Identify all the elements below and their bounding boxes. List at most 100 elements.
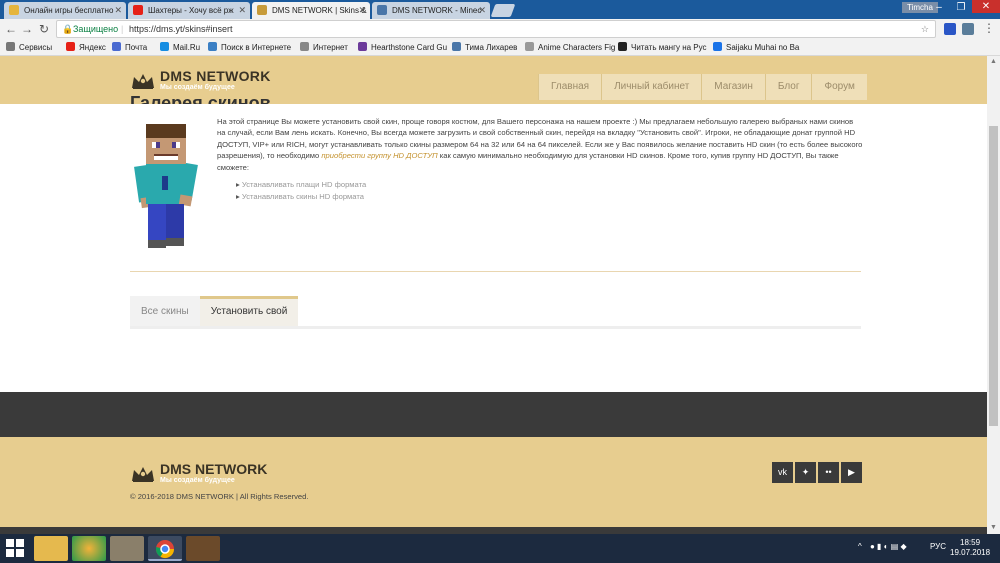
feature-item: Устанавливать плащи HD формата xyxy=(236,180,366,192)
chrome-logo-icon xyxy=(156,540,174,559)
windows-start-icon[interactable] xyxy=(6,539,24,557)
intro-text: На этой странице Вы можете установить св… xyxy=(217,117,863,172)
chrome-icon[interactable] xyxy=(148,536,182,561)
minimize-icon[interactable]: – xyxy=(928,2,950,13)
browser-tab-strip: Онлайн игры бесплатно ✕ Шахтеры - Хочу в… xyxy=(0,0,1000,19)
app-icon[interactable] xyxy=(110,536,144,561)
browser-toolbar: ← → ↻ 🔒 Защищено | https://dms.yt/skins#… xyxy=(0,19,1000,39)
clock-time: 18:59 xyxy=(960,538,981,547)
nav-home[interactable]: Главная xyxy=(538,74,602,100)
nav-account[interactable]: Личный кабинет xyxy=(601,74,702,100)
bookmark-item[interactable]: Saijaku Muhai no Ba xyxy=(713,42,799,52)
close-window-icon[interactable]: ✕ xyxy=(972,0,1000,13)
nav-shop[interactable]: Магазин xyxy=(701,74,765,100)
yandex-icon xyxy=(66,42,75,51)
reload-icon[interactable]: ↻ xyxy=(37,22,51,36)
minecraft-skin-preview xyxy=(134,124,198,248)
url-separator: | xyxy=(121,24,124,34)
vk-icon[interactable]: vk xyxy=(772,462,793,483)
extension-icon[interactable] xyxy=(944,23,956,35)
logo-name: DMS NETWORK xyxy=(160,68,271,84)
crown-logo-icon xyxy=(132,467,154,482)
extension-icon[interactable] xyxy=(962,23,974,35)
bookmark-item[interactable]: Anime Characters Fig xyxy=(525,42,615,52)
page-title: Галерея скинов xyxy=(130,93,271,104)
forward-arrow-icon[interactable]: → xyxy=(20,22,34,36)
buy-hd-access-link[interactable]: приобрести группу HD ДОСТУП xyxy=(321,151,437,160)
flickr-icon[interactable]: •• xyxy=(818,462,839,483)
anime-icon xyxy=(525,42,534,51)
manga-icon xyxy=(618,42,627,51)
globe-icon xyxy=(300,42,309,51)
tab-all-skins[interactable]: Все скины xyxy=(130,296,200,326)
lock-icon: 🔒 xyxy=(62,24,74,34)
scroll-down-icon[interactable]: ▼ xyxy=(990,524,997,531)
tab-title: Онлайн игры бесплатно xyxy=(24,6,114,15)
page-scrollbar[interactable]: ▲ ▼ xyxy=(987,56,1000,534)
bookmark-item[interactable]: Mail.Ru xyxy=(160,42,200,52)
tray-arrow-icon[interactable]: ^ xyxy=(858,542,862,551)
file-explorer-icon[interactable] xyxy=(34,536,68,561)
close-icon[interactable]: ✕ xyxy=(358,5,366,16)
browser-tab[interactable]: DMS NETWORK - Minec ✕ xyxy=(372,2,490,19)
bookmark-star-icon[interactable]: ☆ xyxy=(921,21,929,37)
footer-logo-slogan: Мы создаём будущее xyxy=(160,477,235,484)
bookmark-item[interactable]: Тима Лихарев xyxy=(452,42,517,52)
minecraft-icon[interactable] xyxy=(186,536,220,561)
tab-title: DMS NETWORK - Minec xyxy=(392,6,482,15)
browser-tab[interactable]: Шахтеры - Хочу всё рж ✕ xyxy=(128,2,250,19)
tab-favicon-icon xyxy=(9,5,19,15)
main-nav: Главная Личный кабинет Магазин Блог Фору… xyxy=(538,74,867,100)
website-viewport: DMS NETWORK Мы создаём будущее Главная Л… xyxy=(0,56,987,534)
new-tab-button[interactable] xyxy=(490,4,516,17)
twitter-icon[interactable]: ✦ xyxy=(795,462,816,483)
bookmark-icon xyxy=(713,42,722,51)
bookmark-item[interactable]: Hearthstone Card Gu xyxy=(358,42,447,52)
close-icon[interactable]: ✕ xyxy=(478,5,486,16)
search-icon xyxy=(208,42,217,51)
address-bar[interactable]: 🔒 Защищено | https://dms.yt/skins#insert… xyxy=(56,20,936,38)
vk-icon xyxy=(377,5,387,15)
copyright-text: © 2016-2018 DMS NETWORK | All Rights Res… xyxy=(130,492,309,501)
apps-grid-icon xyxy=(6,42,15,51)
tray-icons[interactable]: ● ▮ ◐ ▤ ◆ xyxy=(870,542,907,551)
tab-underline xyxy=(130,326,861,329)
tab-title: Шахтеры - Хочу всё рж xyxy=(148,6,234,15)
close-icon[interactable]: ✕ xyxy=(114,5,122,16)
vk-icon xyxy=(452,42,461,51)
browser-tab-active[interactable]: DMS NETWORK | Skins & ✕ xyxy=(252,2,370,19)
system-clock[interactable]: 18:59 19.07.2018 xyxy=(950,538,990,558)
bookmark-item[interactable]: Сервисы xyxy=(6,42,52,52)
app-icon[interactable] xyxy=(72,536,106,561)
menu-dots-icon[interactable]: ⋮ xyxy=(982,21,996,35)
social-links: vk ✦ •• ▶ xyxy=(770,462,862,483)
footer-logo-name: DMS NETWORK xyxy=(160,461,268,477)
bookmark-item[interactable]: Яндекс xyxy=(66,42,106,52)
url-text[interactable]: https://dms.yt/skins#insert xyxy=(129,21,233,37)
language-indicator[interactable]: РУС xyxy=(930,542,946,551)
scroll-up-icon[interactable]: ▲ xyxy=(990,58,997,65)
secure-label: Защищено xyxy=(73,24,119,34)
tab-install-own[interactable]: Установить свой xyxy=(199,296,299,326)
youtube-icon xyxy=(133,5,143,15)
bookmark-item[interactable]: Читать мангу на Рус xyxy=(618,42,707,52)
hearthstone-icon xyxy=(358,42,367,51)
section-divider xyxy=(130,271,861,272)
browser-tab[interactable]: Онлайн игры бесплатно ✕ xyxy=(4,2,126,19)
close-icon[interactable]: ✕ xyxy=(238,5,246,16)
nav-forum[interactable]: Форум xyxy=(811,74,867,100)
site-footer: DMS NETWORK Мы создаём будущее © 2016-20… xyxy=(0,437,987,527)
scrollbar-thumb[interactable] xyxy=(989,126,998,426)
bookmark-item[interactable]: Поиск в Интернете xyxy=(208,42,291,52)
bookmark-item[interactable]: Почта xyxy=(112,42,147,52)
windows-taskbar: ^ ● ▮ ◐ ▤ ◆ РУС 18:59 19.07.2018 xyxy=(0,534,1000,563)
mailru-icon xyxy=(160,42,169,51)
bookmarks-bar: Сервисы Яндекс Почта Mail.Ru Поиск в Инт… xyxy=(0,39,1000,56)
nav-blog[interactable]: Блог xyxy=(764,74,812,100)
maximize-icon[interactable]: ❐ xyxy=(950,2,972,13)
tab-title: DMS NETWORK | Skins & xyxy=(272,6,367,15)
bookmark-item[interactable]: Интернет xyxy=(300,42,348,52)
back-arrow-icon[interactable]: ← xyxy=(4,22,18,36)
dark-band xyxy=(0,392,987,437)
youtube-icon[interactable]: ▶ xyxy=(841,462,862,483)
